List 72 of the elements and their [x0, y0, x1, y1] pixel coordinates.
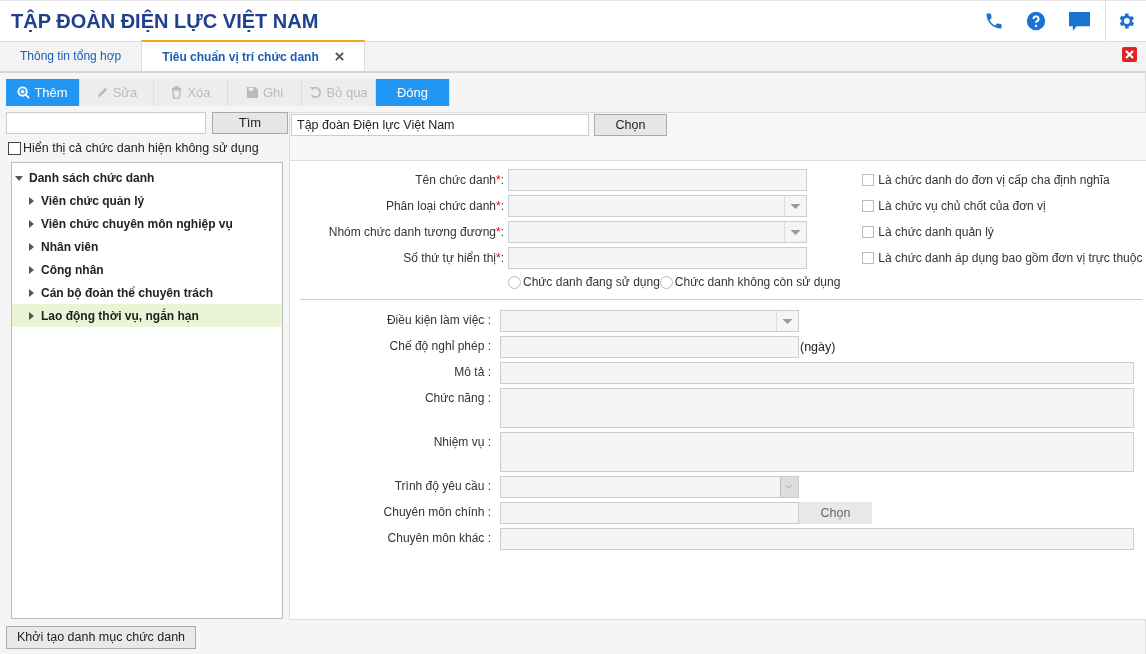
trash-icon — [170, 86, 184, 99]
checkbox[interactable] — [862, 200, 875, 212]
tab[interactable]: Thông tin tổng hợp — [0, 40, 142, 71]
tree-item[interactable]: Lao động thời vụ, ngắn hạn — [12, 304, 282, 327]
dropdown-field[interactable] — [500, 476, 799, 498]
checkbox[interactable] — [862, 226, 875, 238]
field-label: Nhóm chức danh tương đương*: — [327, 224, 505, 241]
expand-icon[interactable] — [27, 311, 35, 320]
field-label: Chuyên môn chính : — [382, 504, 492, 521]
checkbox-label: Là chức danh áp dụng bao gồm đơn vị trực thuộc — [878, 250, 1143, 267]
checkbox-label: Là chức danh do đơn vị cấp cha định nghĩa — [878, 172, 1110, 189]
tab[interactable]: Tiêu chuẩn vị trí chức danh — [141, 40, 365, 71]
tree-item[interactable]: Công nhân — [12, 258, 282, 281]
save-icon — [245, 86, 259, 99]
radio-button[interactable] — [659, 275, 673, 289]
field-label: Nhiệm vụ : — [432, 434, 492, 451]
undo-icon — [309, 86, 323, 99]
tree-item[interactable]: Viên chức quản lý — [12, 189, 282, 212]
collapse-icon[interactable] — [15, 173, 23, 182]
expand-icon[interactable] — [27, 219, 35, 228]
phone-icon[interactable] — [984, 11, 1004, 31]
dropdown-field[interactable] — [508, 195, 807, 217]
checkbox[interactable] — [862, 252, 875, 264]
expand-icon[interactable] — [27, 196, 35, 205]
radio-button[interactable] — [508, 275, 521, 289]
text-area[interactable] — [500, 432, 1134, 472]
checkbox-label: Là chức danh quản lý — [878, 224, 994, 241]
search-button[interactable]: Tìm — [212, 112, 288, 134]
input-field[interactable] — [500, 362, 1134, 384]
zoom-in-icon — [17, 86, 31, 99]
input-field[interactable] — [508, 169, 807, 191]
choose-button[interactable]: Chọn — [594, 114, 667, 136]
radio-label: Chức danh đang sử dụng — [523, 274, 660, 291]
dropdown-field[interactable] — [508, 221, 807, 243]
unit-label: (ngày) — [800, 339, 836, 356]
input-field[interactable] — [500, 336, 799, 358]
search-field[interactable] — [6, 112, 206, 134]
input-field[interactable] — [500, 502, 799, 524]
checkbox-label: Là chức vụ chủ chốt của đơn vị — [878, 198, 1046, 215]
checkbox-label: Hiển thị cả chức danh hiện không sử dụng — [23, 139, 259, 157]
checkbox[interactable] — [862, 174, 875, 186]
choose-button[interactable]: Chọn — [799, 502, 872, 524]
tree-item[interactable]: Danh sách chức danh — [12, 166, 282, 189]
field-label: Chế độ nghỉ phép : — [388, 338, 492, 355]
tree-item[interactable]: Cán bộ đoàn thể chuyên trách — [12, 281, 282, 304]
field-label: Mô tả : — [453, 364, 492, 381]
tree-item[interactable]: Nhân viên — [12, 235, 282, 258]
dropdown-field[interactable] — [500, 310, 799, 332]
chat-icon[interactable] — [1068, 10, 1091, 32]
field-label: Chuyên môn khác : — [386, 530, 492, 547]
unit-field[interactable]: Tập đoàn Điện lực Việt Nam — [291, 114, 589, 136]
close-icon[interactable] — [334, 52, 344, 61]
radio-label: Chức danh không còn sử dụng — [674, 274, 841, 291]
field-label: Điều kiện làm việc : — [385, 312, 492, 329]
field-label: Phân loại chức danh*: — [384, 198, 505, 215]
input-field[interactable] — [500, 528, 1134, 550]
checkbox[interactable] — [8, 141, 21, 155]
expand-icon[interactable] — [27, 265, 35, 274]
initialize-button[interactable]: Khởi tạo danh mục chức danh — [6, 626, 197, 649]
help-icon[interactable] — [1026, 11, 1046, 31]
app-title: TẬP ĐOÀN ĐIỆN LỰC VIỆT NAM — [10, 8, 320, 34]
pencil-icon — [95, 86, 109, 99]
expand-icon[interactable] — [27, 288, 35, 297]
expand-icon[interactable] — [27, 242, 35, 251]
text-area[interactable] — [500, 388, 1134, 428]
input-field[interactable] — [508, 247, 807, 269]
close-icon[interactable] — [1122, 47, 1137, 62]
field-label: Chức năng : — [423, 390, 492, 407]
field-label: Trình độ yêu cầu : — [393, 478, 492, 495]
field-label: Số thứ tự hiển thị*: — [402, 250, 505, 267]
tree-item[interactable]: Viên chức chuyên môn nghiệp vụ — [12, 212, 282, 235]
field-label: Tên chức danh*: — [414, 172, 505, 189]
